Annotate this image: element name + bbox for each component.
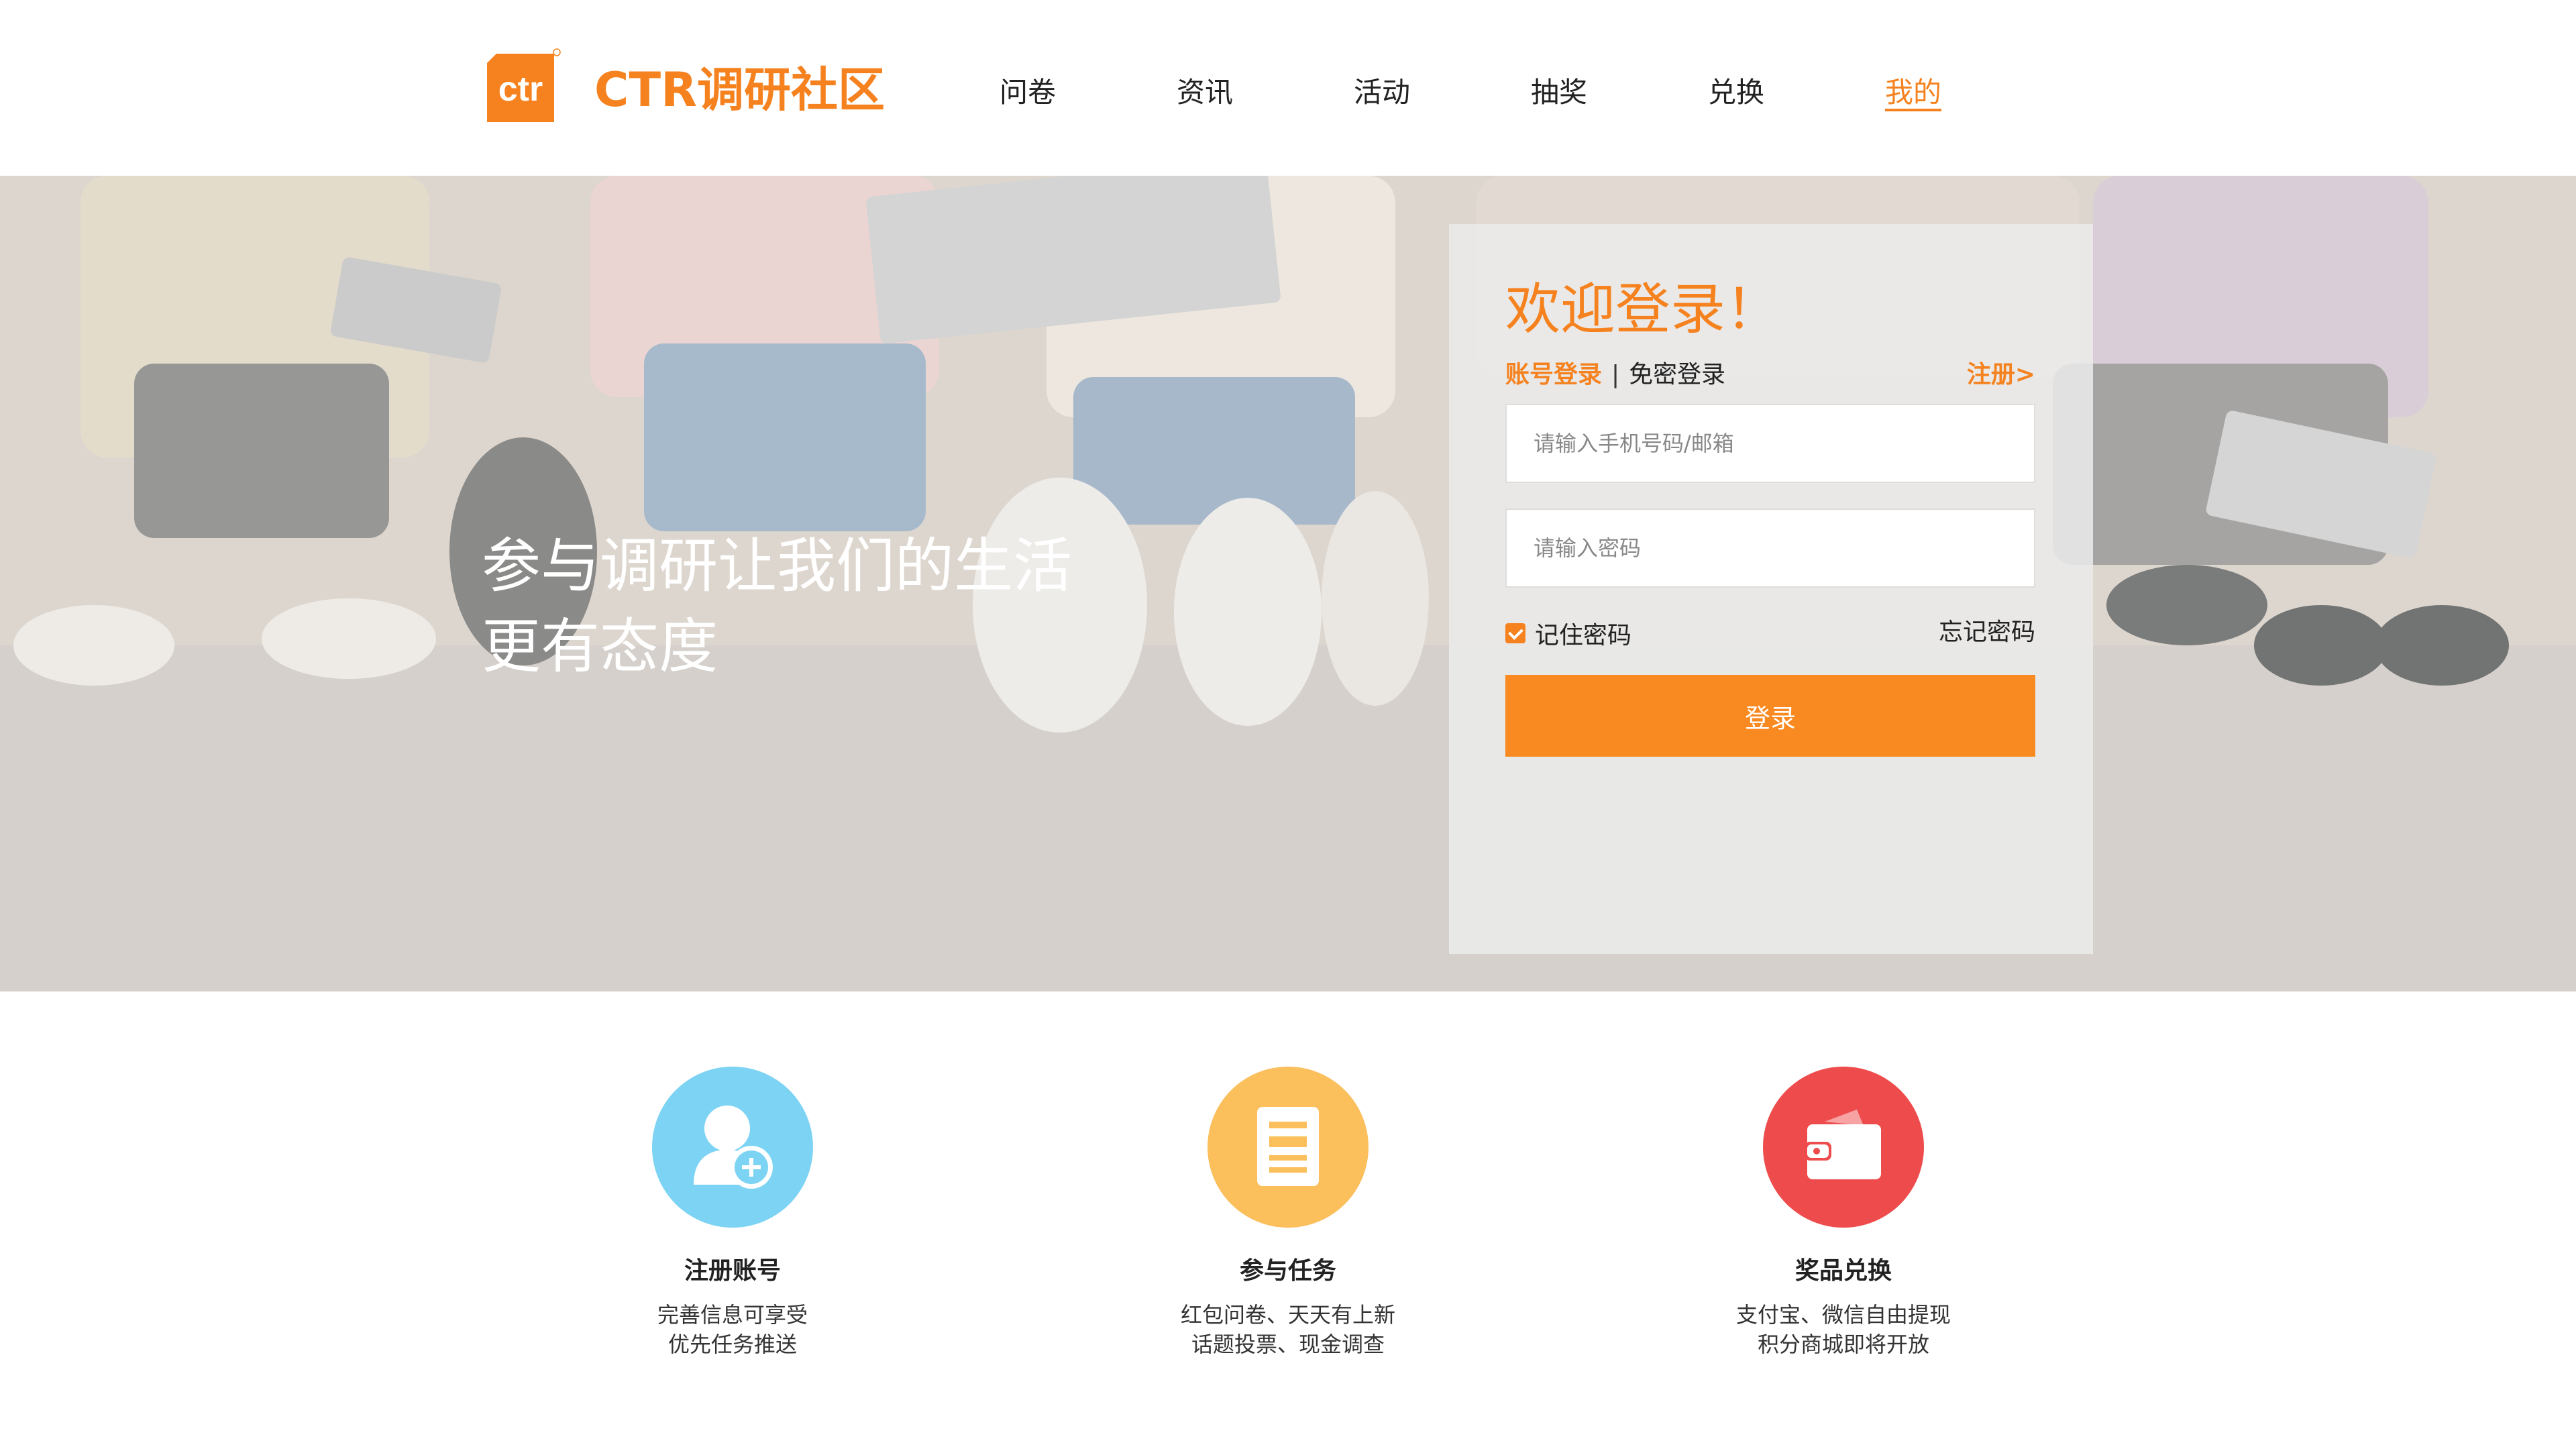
feature-tasks: 参与任务 红包问卷、天天有上新 话题投票、现金调查 — [1127, 1067, 1449, 1359]
nav-item-mine[interactable]: 我的 — [1885, 69, 1941, 116]
document-icon — [1208, 1067, 1368, 1228]
hero-slogan-line1: 参与调研让我们的生活 — [482, 531, 1073, 600]
register-link[interactable]: 注册> — [1967, 358, 2035, 392]
tab-account-login[interactable]: 账号登录 — [1505, 361, 1602, 388]
tab-password-free-login[interactable]: 免密登录 — [1629, 361, 1725, 388]
phone-email-input[interactable] — [1505, 404, 2035, 483]
login-panel: 欢迎登录！ 账号登录 | 免密登录 注册> 记住密码 忘记密码 登录 — [1449, 224, 2093, 954]
hero-background-image — [0, 176, 2576, 991]
forgot-password-link[interactable]: 忘记密码 — [1939, 616, 2035, 649]
feature-desc-line: 话题投票、现金调查 — [1191, 1332, 1385, 1357]
site-name[interactable]: CTR调研社区 — [594, 62, 885, 118]
feature-register: 注册账号 完善信息可享受 优先任务推送 — [572, 1067, 894, 1359]
feature-desc: 红包问卷、天天有上新 话题投票、现金调查 — [1127, 1300, 1449, 1359]
top-header: ctr CTR调研社区 问卷 资讯 活动 抽奖 兑换 我的 — [0, 0, 2576, 176]
password-input[interactable] — [1505, 508, 2035, 588]
nav-item-news[interactable]: 资讯 — [1177, 69, 1233, 116]
remember-checkbox[interactable] — [1505, 623, 1525, 643]
feature-desc-line: 完善信息可享受 — [657, 1302, 808, 1328]
login-button[interactable]: 登录 — [1505, 675, 2035, 757]
feature-desc-line: 支付宝、微信自由提现 — [1735, 1302, 1951, 1328]
ctr-logo-icon[interactable]: ctr — [482, 48, 561, 122]
feature-desc-line: 优先任务推送 — [667, 1332, 797, 1357]
wallet-icon — [1763, 1067, 1924, 1228]
remember-label: 记住密码 — [1535, 622, 1632, 649]
add-user-icon — [652, 1067, 813, 1228]
login-title: 欢迎登录！ — [1505, 278, 1781, 341]
nav-item-questionnaire[interactable]: 问卷 — [1000, 69, 1056, 116]
nav-item-exchange[interactable]: 兑换 — [1708, 69, 1764, 116]
feature-title: 注册账号 — [684, 1257, 781, 1285]
hero-slogan: 参与调研让我们的生活 更有态度 — [482, 526, 1072, 687]
feature-desc-line: 红包问卷、天天有上新 — [1180, 1302, 1395, 1328]
feature-desc: 完善信息可享受 优先任务推送 — [572, 1300, 894, 1359]
nav-item-activities[interactable]: 活动 — [1354, 69, 1410, 116]
login-tabs: 账号登录 | 免密登录 — [1505, 358, 1725, 392]
hero-slogan-line2: 更有态度 — [482, 612, 718, 681]
feature-desc: 支付宝、微信自由提现 积分商城即将开放 — [1682, 1300, 2004, 1359]
feature-desc-line: 积分商城即将开放 — [1757, 1332, 1929, 1357]
feature-title: 奖品兑换 — [1794, 1257, 1892, 1285]
feature-title: 参与任务 — [1239, 1257, 1336, 1285]
svg-text:ctr: ctr — [498, 70, 543, 109]
feature-rewards: 奖品兑换 支付宝、微信自由提现 积分商城即将开放 — [1682, 1067, 2004, 1359]
hero-banner: 参与调研让我们的生活 更有态度 — [0, 176, 2576, 991]
tab-separator: | — [1611, 361, 1620, 388]
remember-password-toggle[interactable]: 记住密码 — [1505, 616, 1631, 651]
nav-item-lottery[interactable]: 抽奖 — [1531, 69, 1587, 116]
